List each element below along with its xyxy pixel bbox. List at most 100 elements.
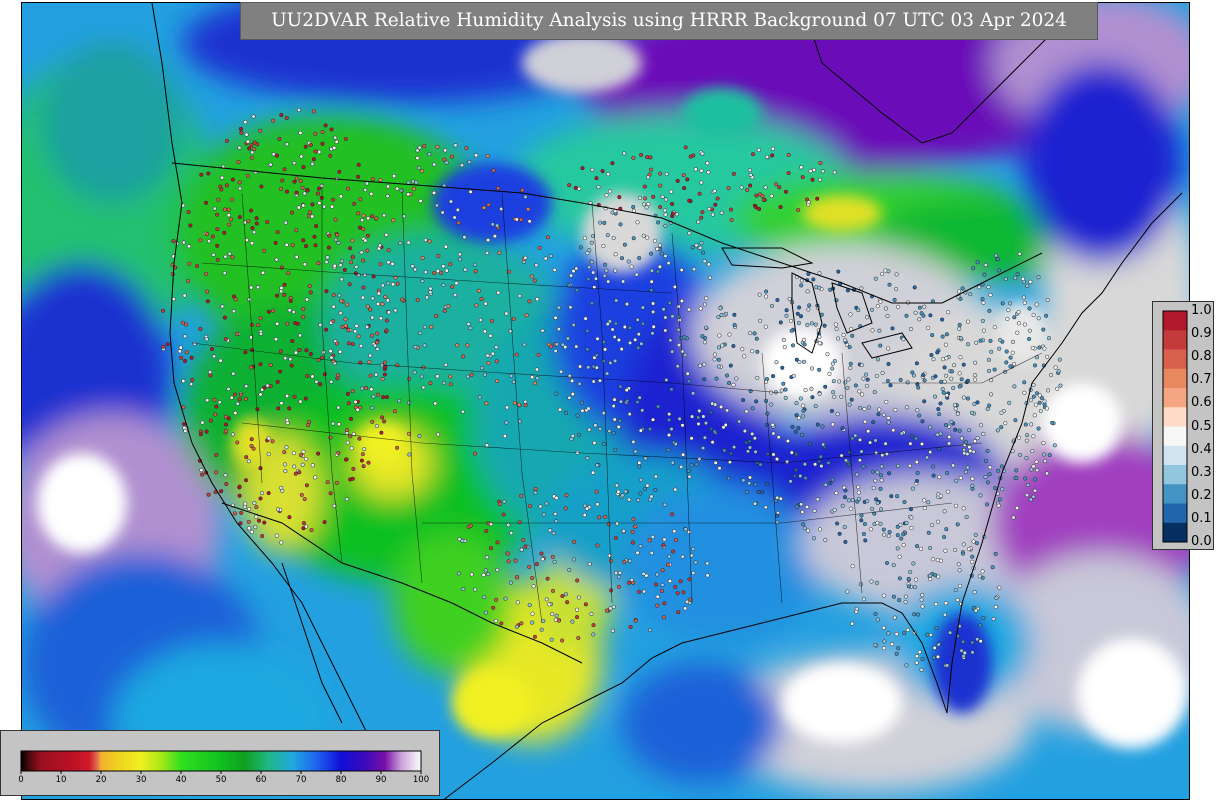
observation-dot [848,361,853,366]
observation-dot [928,313,933,318]
observation-dot [358,197,363,202]
observation-dot [249,437,254,442]
observation-dot [897,598,902,603]
observation-dot [336,450,341,456]
observation-dot [982,272,987,277]
observation-dot [473,587,478,592]
observation-dot [747,168,752,173]
observation-dot [208,370,213,375]
observation-dot [523,544,528,549]
observation-dot [875,357,880,362]
observation-dot [701,446,706,451]
observation-dot [238,126,243,131]
observation-dot [482,595,487,600]
observation-dot [681,452,686,457]
observation-dot [930,333,935,338]
observation-dot [821,442,826,447]
observation-dot [716,345,722,350]
observation-dot [913,577,919,582]
observation-dot [817,527,823,532]
observation-dot [941,390,946,395]
observation-dot [367,360,372,365]
observation-dot [631,439,636,444]
observation-dot [229,395,234,400]
observation-dot [418,330,423,335]
observation-dot [659,251,664,256]
observation-dot [769,193,774,199]
observation-dot [237,397,242,402]
observation-dot [865,377,870,382]
observation-dot [293,471,298,476]
observation-dot [249,155,254,160]
observation-dot [685,177,690,182]
observation-dot [315,191,320,196]
observation-dot [360,295,365,300]
observation-dot [563,410,569,415]
observation-dot [980,297,985,302]
observation-dot [398,241,403,246]
observation-dot [548,344,553,349]
observation-dot [930,557,936,562]
observation-dot [618,384,623,389]
observation-dot [556,305,561,310]
observation-dot [913,436,919,441]
observation-dot [177,349,182,354]
observation-dot [553,348,558,354]
observation-dot [896,646,901,651]
observation-dot [262,248,267,253]
observation-dot [842,338,848,343]
observation-dot [302,191,307,196]
observation-dot [382,419,387,424]
observation-dot [420,279,425,284]
observation-dot [836,269,841,274]
observation-dot [871,420,876,425]
observation-dot [1042,346,1047,351]
observation-dot [215,212,220,217]
observation-dot [802,526,807,531]
observation-dot [591,364,596,369]
observation-dot [959,648,964,653]
observation-dot [868,527,873,532]
observation-dot [945,489,950,494]
observation-dot [205,398,210,403]
observation-dot [270,439,275,444]
observation-dot [702,362,707,367]
observation-dot [846,377,851,382]
observation-dot [999,425,1004,430]
observation-dot [592,440,597,445]
observation-dot [887,282,892,287]
observation-dot [220,175,225,180]
observation-dot [957,568,962,573]
observation-dot [892,615,897,620]
observation-dot [303,396,308,401]
observation-dot [461,354,466,359]
observation-dot [600,169,605,174]
observation-dot [875,520,880,525]
observation-dot [747,445,753,450]
observation-dot [186,209,191,215]
observation-dot [794,413,799,418]
observation-dot [324,327,329,332]
observation-dot [1052,443,1057,448]
observation-dot [373,343,378,348]
observation-dot [612,397,617,402]
observation-dot [433,401,438,406]
observation-dot [434,203,439,208]
observation-dot [671,549,676,554]
observation-dot [988,338,993,343]
observation-dot [316,186,322,191]
observation-dot [943,548,948,553]
observation-dot [663,197,669,202]
observation-dot [1022,322,1027,327]
observation-dot [292,394,297,399]
observation-dot [359,343,364,348]
observation-dot [748,172,753,177]
observation-dot [295,321,300,326]
observation-dot [575,578,580,583]
observation-dot [661,307,666,312]
observation-dot [678,579,683,584]
observation-dot [675,178,680,183]
observation-dot [331,304,336,309]
observation-dot [871,485,876,491]
observation-dot [343,136,348,142]
